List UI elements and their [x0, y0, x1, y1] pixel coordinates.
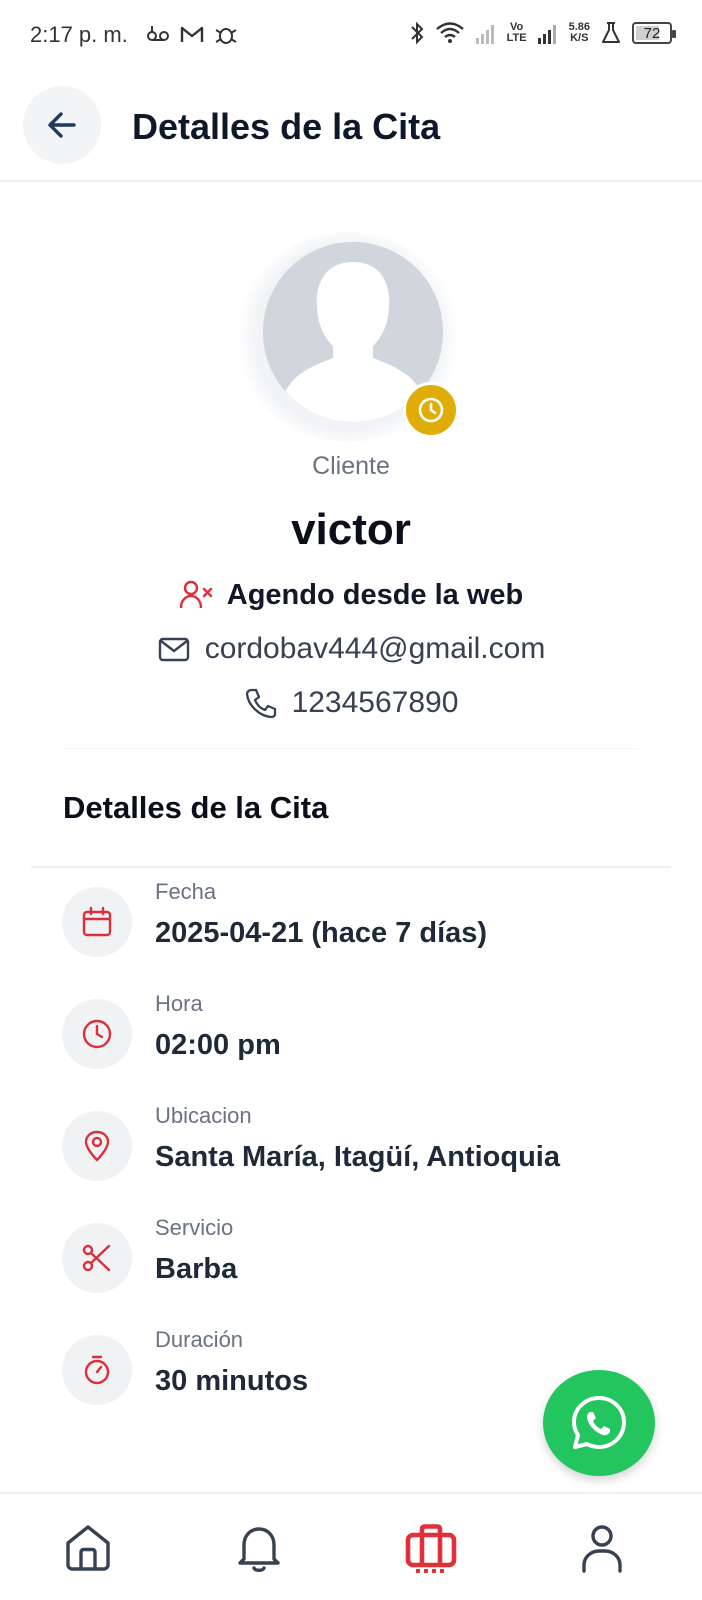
details-section-title: Detalles de la Cita [63, 790, 329, 825]
map-pin-icon [84, 1130, 110, 1162]
flask-icon [602, 22, 620, 43]
briefcase-icon [405, 1524, 457, 1573]
detail-icon-wrap [62, 1335, 132, 1405]
nav-profile[interactable] [570, 1516, 634, 1580]
bug-icon [215, 28, 237, 44]
phone-icon [245, 688, 276, 719]
client-avatar-container [235, 232, 461, 442]
wifi-icon [435, 22, 464, 43]
back-button[interactable] [23, 86, 101, 164]
detail-label: Hora [155, 991, 203, 1016]
battery-level: 72 [643, 24, 661, 42]
detail-icon-wrap [62, 887, 132, 957]
volte-bottom: LTE [506, 32, 527, 44]
voicemail-icon [147, 26, 169, 41]
nav-appointments[interactable] [399, 1516, 463, 1580]
clock-icon [82, 1019, 112, 1049]
client-phone: 1234567890 [291, 686, 459, 719]
status-time: 2:17 p. m. [30, 22, 128, 47]
appointment-status-badge [403, 382, 459, 438]
whatsapp-icon [572, 1396, 626, 1449]
detail-icon-wrap [62, 1223, 132, 1293]
scissors-icon [82, 1244, 111, 1272]
mail-icon [158, 637, 189, 662]
home-icon [66, 1525, 110, 1571]
client-email: cordobav444@gmail.com [204, 632, 546, 665]
bell-icon [238, 1527, 280, 1572]
battery-indicator: 72 [632, 22, 676, 44]
detail-label: Servicio [155, 1215, 234, 1240]
page-title: Detalles de la Cita [132, 106, 441, 147]
arrow-left-icon [48, 112, 76, 138]
detail-value: 02:00 pm [155, 1029, 281, 1061]
detail-label: Duración [155, 1327, 244, 1352]
detail-value: Barba [155, 1253, 238, 1285]
gmail-icon [180, 26, 204, 42]
signal-icon [475, 25, 494, 44]
status-bar: 2:17 p. m. Vo LTE 5.86 K/S 72 [0, 0, 702, 72]
booking-source: Agendo desde la web [226, 578, 524, 611]
net-speed: 5.86 K/S [569, 22, 590, 44]
detail-icon-wrap [62, 1111, 132, 1181]
email-row[interactable]: cordobav444@gmail.com [0, 632, 702, 666]
phone-row[interactable]: 1234567890 [0, 686, 702, 720]
detail-value: 30 minutos [155, 1365, 309, 1397]
detail-label: Fecha [155, 879, 217, 904]
volte-indicator: Vo LTE [507, 22, 527, 44]
nav-notifications[interactable] [227, 1516, 291, 1580]
clock-icon [418, 397, 444, 423]
detail-service: Servicio Barba [62, 1215, 622, 1313]
section-divider [31, 866, 671, 868]
client-label: Cliente [312, 452, 390, 480]
client-name: victor [291, 505, 411, 554]
app-bar: Detalles de la Cita [0, 82, 702, 182]
detail-value: Santa María, Itagüí, Antioquia [155, 1141, 560, 1173]
calendar-icon [82, 906, 112, 937]
timer-icon [84, 1355, 110, 1385]
user-icon [582, 1525, 622, 1573]
bluetooth-icon [410, 21, 424, 45]
detail-duration: Duración 30 minutos [62, 1327, 622, 1425]
whatsapp-button[interactable] [543, 1370, 655, 1476]
detail-location: Ubicacion Santa María, Itagüí, Antioquia [62, 1103, 622, 1201]
user-x-icon [179, 580, 212, 609]
nav-home[interactable] [56, 1516, 120, 1580]
detail-date: Fecha 2025-04-21 (hace 7 días) [62, 879, 622, 977]
bottom-navigation [0, 1492, 702, 1600]
net-speed-unit: K/S [570, 32, 589, 44]
profile-divider [64, 748, 638, 749]
status-notification-icons [145, 22, 239, 46]
status-system-icons: Vo LTE 5.86 K/S 72 [409, 20, 676, 46]
detail-time: Hora 02:00 pm [62, 991, 622, 1089]
detail-value: 2025-04-21 (hace 7 días) [155, 917, 488, 949]
detail-label: Ubicacion [155, 1103, 252, 1128]
booking-source-row: Agendo desde la web [0, 578, 702, 612]
signal-icon [537, 25, 556, 44]
detail-icon-wrap [62, 999, 132, 1069]
